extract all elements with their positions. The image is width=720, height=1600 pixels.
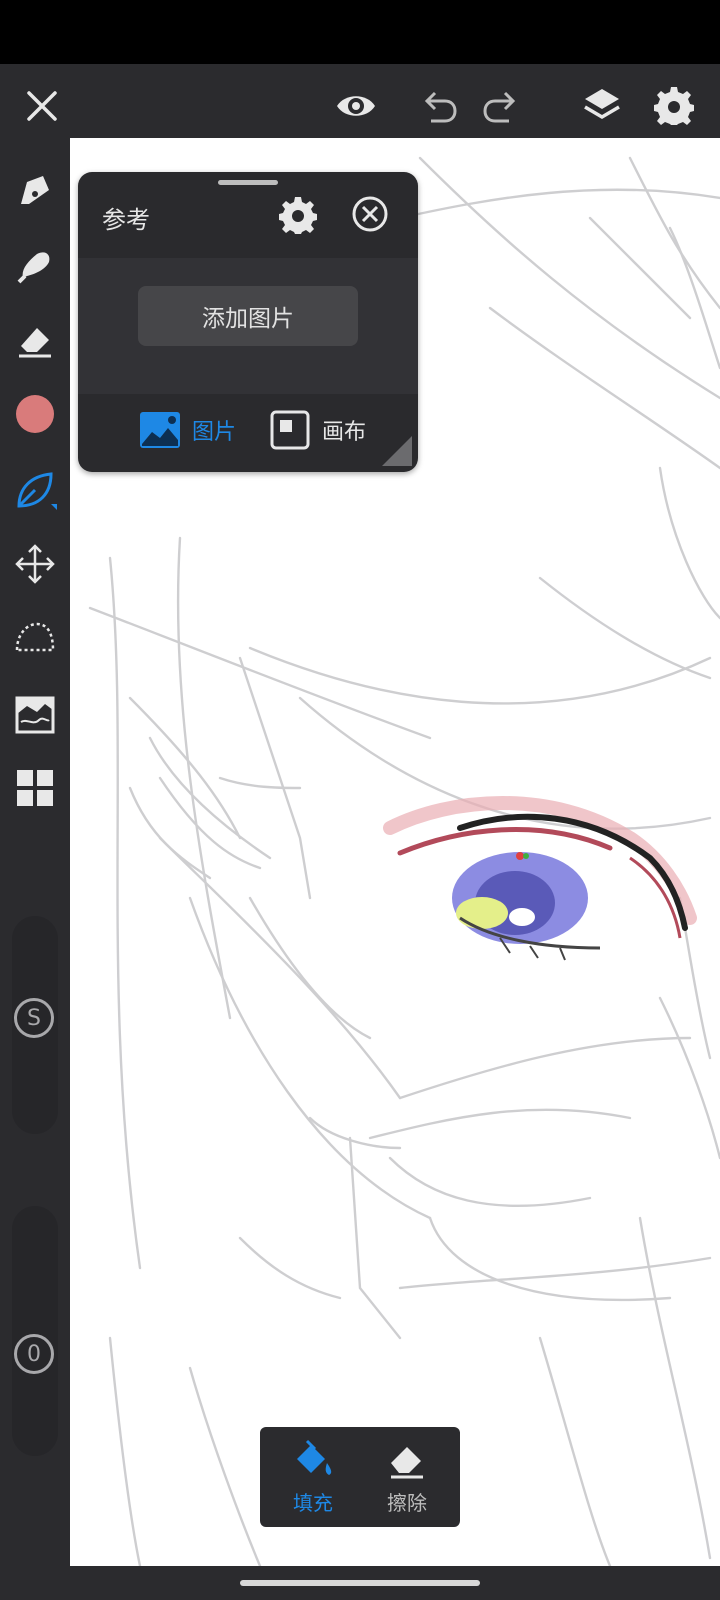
reference-panel-title: 参考 [102, 206, 150, 234]
reference-settings-button[interactable] [278, 194, 318, 234]
status-bar [0, 0, 720, 64]
left-toolbar: S 0 [0, 148, 70, 1566]
eraser-icon [19, 328, 51, 358]
eye-icon [337, 96, 375, 116]
move-icon [15, 544, 55, 584]
undo-button[interactable] [412, 80, 464, 132]
move-tool-button[interactable] [9, 538, 61, 590]
settings-button[interactable] [648, 80, 700, 132]
layers-icon [584, 89, 620, 120]
paint-bucket-icon [297, 1439, 332, 1475]
tab-image[interactable]: 图片 [138, 406, 236, 454]
image-icon [140, 412, 180, 448]
grid-tool-button[interactable] [9, 762, 61, 814]
panel-drag-handle[interactable] [218, 180, 278, 185]
close-icon [27, 91, 57, 121]
size-slider-knob[interactable]: S [14, 998, 54, 1038]
gear-icon [279, 197, 317, 234]
close-circle-icon [352, 196, 388, 232]
grid-icon [17, 770, 53, 806]
navigation-bar [0, 1566, 720, 1600]
pen-tool-button[interactable] [9, 164, 61, 216]
redo-button[interactable] [476, 80, 528, 132]
opacity-slider[interactable] [12, 1206, 58, 1456]
opacity-slider-knob[interactable]: 0 [14, 1334, 54, 1374]
tab-image-label: 图片 [192, 420, 237, 445]
brush-icon [17, 252, 50, 284]
add-image-button[interactable]: 添加图片 [138, 286, 358, 346]
size-slider-label: S [27, 1005, 41, 1031]
settings-icon [654, 87, 694, 125]
tab-canvas-label: 画布 [322, 420, 367, 445]
filter-tool-button[interactable] [9, 688, 61, 740]
erase-mode-button[interactable]: 擦除 [362, 1437, 452, 1521]
color-swatch-button[interactable] [9, 388, 61, 440]
reference-close-button[interactable] [350, 194, 390, 234]
brush-tool-button[interactable] [9, 240, 61, 292]
layers-button[interactable] [576, 80, 628, 132]
fill-leaf-icon [17, 472, 57, 510]
resize-handle-icon[interactable] [380, 434, 414, 468]
lasso-tool-button[interactable] [9, 612, 61, 664]
fill-mode-button[interactable]: 填充 [268, 1437, 358, 1521]
canvas-icon [270, 410, 310, 450]
opacity-slider-label: 0 [27, 1341, 41, 1367]
close-button[interactable] [16, 80, 68, 132]
redo-icon [483, 91, 516, 123]
color-swatch [16, 395, 54, 433]
tab-canvas[interactable]: 画布 [268, 406, 366, 454]
eraser-icon [391, 1447, 423, 1479]
fill-mode-popup: 填充 擦除 [260, 1427, 460, 1527]
preview-button[interactable] [330, 80, 382, 132]
eraser-tool-button[interactable] [9, 314, 61, 366]
fill-tool-button[interactable] [9, 464, 61, 516]
reference-panel: 参考 添加图片 图片 画布 [78, 172, 418, 472]
undo-icon [424, 91, 457, 123]
filter-icon [15, 696, 55, 734]
pen-icon [21, 176, 49, 204]
fill-mode-label: 填充 [293, 1491, 333, 1515]
erase-mode-label: 擦除 [387, 1491, 427, 1515]
home-gesture-handle[interactable] [240, 1580, 480, 1586]
lasso-icon [15, 622, 55, 652]
